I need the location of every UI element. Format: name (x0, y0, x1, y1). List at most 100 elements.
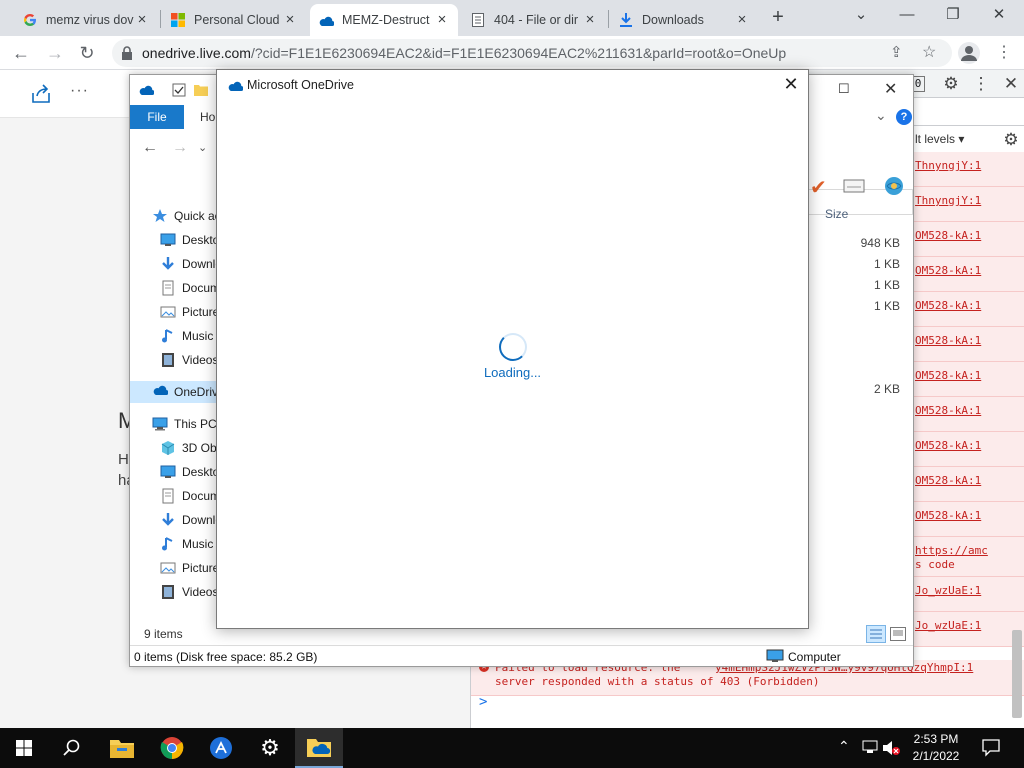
download-icon (160, 512, 176, 528)
source-link[interactable]: OM528-kA:1 (915, 474, 981, 487)
share-page-icon[interactable]: ⇪ (890, 43, 903, 61)
log-levels-dropdown[interactable]: lt levels ▾ (915, 132, 964, 146)
more-icon[interactable]: ⋮ (971, 74, 991, 94)
forward-icon[interactable]: → (172, 139, 188, 157)
close-icon[interactable]: × (734, 12, 750, 28)
more-options-icon[interactable]: ··· (70, 82, 89, 100)
source-link[interactable]: OM528-kA:1 (915, 334, 981, 347)
tab-personal-cloud[interactable]: Personal Cloud × (162, 4, 306, 36)
close-icon[interactable]: ✕ (780, 73, 802, 95)
nav-item[interactable]: Docum (160, 485, 220, 507)
close-icon[interactable]: ✕ (884, 79, 897, 99)
console-settings-icon[interactable]: ⚙ (1001, 130, 1021, 150)
nav-item[interactable]: Music (160, 325, 213, 347)
google-icon (22, 12, 38, 28)
address-bar[interactable]: onedrive.live.com/?cid=F1E1E6230694EAC2&… (112, 39, 952, 67)
maximize-icon[interactable]: ☐ (838, 81, 850, 97)
help-icon[interactable]: ? (896, 109, 912, 125)
tab-file[interactable]: File (130, 105, 184, 129)
details-view-icon[interactable] (866, 625, 886, 643)
url-text[interactable]: onedrive.live.com/?cid=F1E1E6230694EAC2&… (142, 45, 786, 61)
large-icons-view-icon[interactable] (890, 627, 906, 641)
tab-title: 404 - File or dir (494, 13, 579, 27)
source-link[interactable]: ThnyngjY:1 (915, 194, 981, 207)
source-link[interactable]: Jo_wzUaE:1 (915, 619, 981, 632)
gear-icon[interactable]: ⚙ (941, 74, 961, 94)
nav-item[interactable]: Downlo (160, 509, 222, 531)
nav-item[interactable]: Deskto (160, 229, 219, 251)
source-link[interactable]: OM528-kA:1 (915, 439, 981, 452)
chevron-down-icon[interactable]: ⌄ (838, 4, 884, 28)
minimize-icon[interactable]: — (884, 4, 930, 28)
new-tab-button[interactable]: + (766, 6, 790, 30)
nav-item[interactable]: Docum (160, 277, 220, 299)
search-icon[interactable] (48, 728, 96, 768)
source-link[interactable]: OM528-kA:1 (915, 299, 981, 312)
tab-memz-destructive[interactable]: MEMZ-Destruct × (310, 4, 458, 36)
tab-memz-search[interactable]: memz virus dov × (14, 4, 158, 36)
source-link[interactable]: OM528-kA:1 (915, 404, 981, 417)
nav-item[interactable]: Picture (160, 557, 219, 579)
restore-icon[interactable]: ❐ (930, 4, 976, 28)
source-link[interactable]: https://amc (915, 544, 988, 557)
source-link[interactable]: OM528-kA:1 (915, 369, 981, 382)
source-link[interactable]: OM528-kA:1 (915, 264, 981, 277)
onedrive-folder-icon[interactable] (295, 728, 343, 768)
download-icon (160, 256, 176, 272)
close-icon[interactable]: × (134, 12, 150, 28)
back-icon[interactable]: ← (8, 40, 34, 66)
settings-icon[interactable]: ⚙ (246, 728, 294, 768)
chrome-icon[interactable] (148, 728, 196, 768)
nav-item[interactable]: Deskto (160, 461, 219, 483)
file-explorer-icon[interactable] (98, 728, 146, 768)
tab-downloads[interactable]: Downloads × (610, 4, 758, 36)
share-icon[interactable] (30, 84, 52, 104)
close-icon[interactable]: × (282, 12, 298, 28)
folder-icon[interactable] (194, 83, 208, 96)
nav-item[interactable]: This PC (152, 413, 217, 435)
close-icon[interactable]: × (434, 12, 450, 28)
notification-icon[interactable] (982, 739, 1000, 757)
nav-item[interactable]: Videos (160, 349, 218, 371)
close-icon[interactable]: ✕ (1001, 74, 1021, 94)
clock[interactable]: 2:53 PM 2/1/2022 (906, 731, 966, 765)
network-icon[interactable] (862, 740, 878, 754)
nav-item-label: Music (182, 537, 214, 551)
close-icon[interactable]: × (582, 12, 598, 28)
chevron-up-icon[interactable]: ⌃ (838, 738, 850, 755)
forward-icon[interactable]: → (42, 40, 68, 66)
source-link[interactable]: OM528-kA:1 (915, 229, 981, 242)
chevron-down-icon[interactable]: ⌄ (198, 141, 207, 154)
column-header-size[interactable]: Size (825, 207, 848, 221)
close-window-icon[interactable]: ✕ (976, 4, 1022, 28)
envelope-icon[interactable] (843, 179, 865, 193)
tab-home[interactable]: Ho (200, 110, 215, 124)
file-size: 1 KB (873, 299, 900, 313)
start-icon[interactable] (0, 728, 48, 768)
nav-item[interactable]: Music (160, 533, 213, 555)
volume-muted-icon[interactable] (882, 740, 900, 756)
chrome-menu-icon[interactable]: ⋮ (996, 42, 1012, 62)
bookmark-star-icon[interactable]: ☆ (922, 42, 936, 62)
source-link[interactable]: OM528-kA:1 (915, 509, 981, 522)
malware-app-icon[interactable] (197, 728, 245, 768)
source-link[interactable]: ThnyngjY:1 (915, 159, 981, 172)
nav-item[interactable]: OneDriv (130, 381, 218, 403)
globe-icon[interactable] (882, 175, 906, 197)
profile-avatar-icon[interactable] (958, 42, 980, 64)
nav-item[interactable]: Quick ac (152, 205, 221, 227)
console-prompt[interactable]: > (479, 694, 487, 710)
nav-item[interactable]: 3D Obj (160, 437, 219, 459)
nav-item[interactable]: Downlo (160, 253, 222, 275)
nav-item-label: Deskto (182, 233, 220, 247)
nav-item[interactable]: Videos (160, 581, 218, 603)
tab-404[interactable]: 404 - File or dir × (462, 4, 606, 36)
chevron-down-icon[interactable]: ⌄ (875, 107, 887, 124)
back-icon[interactable]: ← (142, 139, 158, 157)
scrollbar-thumb[interactable] (1012, 630, 1022, 718)
nav-item[interactable]: Picture (160, 301, 219, 323)
checkmark-icon[interactable]: ✔ (810, 175, 827, 200)
reload-icon[interactable]: ↻ (74, 40, 100, 66)
source-link[interactable]: Jo_wzUaE:1 (915, 584, 981, 597)
properties-icon[interactable] (172, 83, 186, 97)
